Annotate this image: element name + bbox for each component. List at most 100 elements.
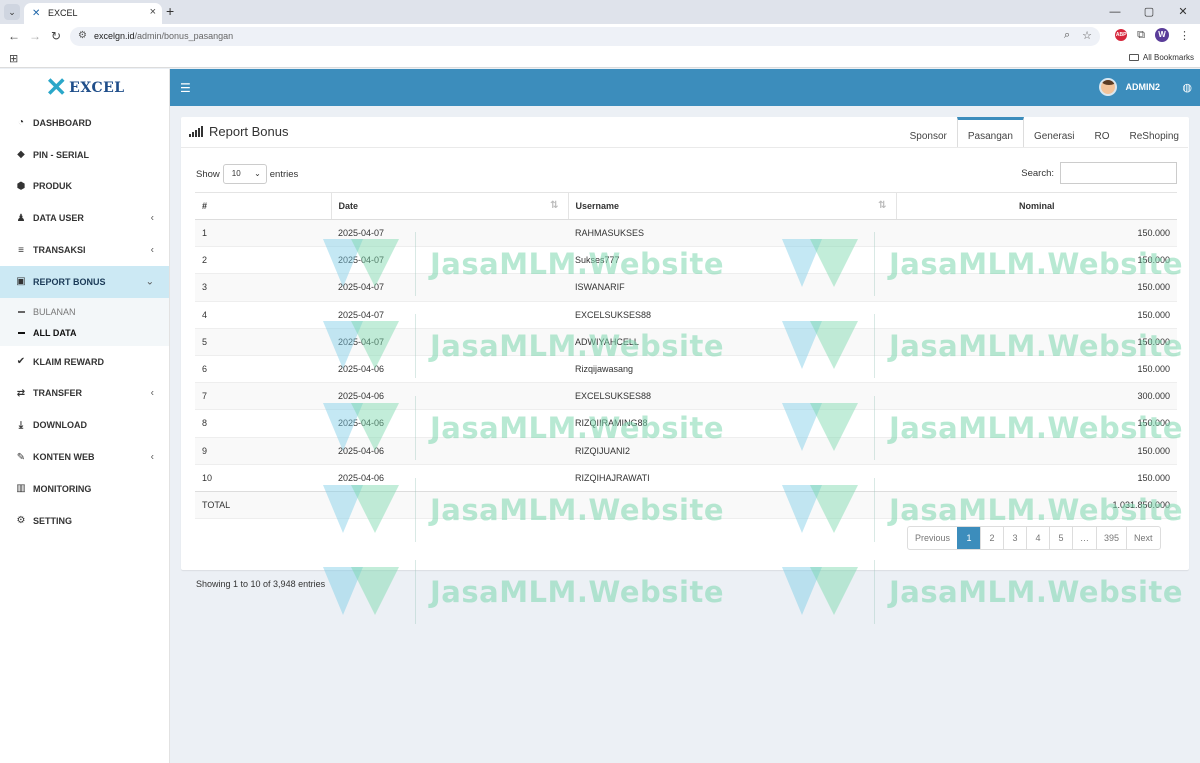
profile-avatar[interactable]: W xyxy=(1155,28,1169,42)
table-row: 7 2025-04-06 EXCELSUKSES88 300.000 xyxy=(195,382,1177,410)
tab-reshoping[interactable]: ReShoping xyxy=(1120,117,1189,148)
page-length-control: Show 10 ⌄ entries xyxy=(196,164,298,184)
table-row: 2 2025-04-07 Sukses777 150.000 xyxy=(195,246,1177,274)
close-window-icon[interactable]: ✕ xyxy=(1166,0,1200,24)
page-4-button[interactable]: 4 xyxy=(1026,527,1049,549)
cell-number: 4 xyxy=(195,300,331,329)
search-label: Search: xyxy=(1021,167,1054,179)
tab-search-icon[interactable]: ⌄ xyxy=(4,4,20,20)
page-395-button[interactable]: 395 xyxy=(1096,527,1126,549)
cell-date: 2025-04-07 xyxy=(331,300,568,329)
entries-label: entries xyxy=(269,168,299,180)
tab-ro[interactable]: RO xyxy=(1085,117,1120,148)
address-bar[interactable]: ⚙ excelgn.id/admin/bonus_pasangan ⌕ ☆ xyxy=(70,27,1100,46)
cell-date: 2025-04-07 xyxy=(331,246,568,274)
bookmark-star-icon[interactable]: ☆ xyxy=(1082,29,1092,42)
apps-grid-icon[interactable]: ⊞ xyxy=(9,52,18,65)
bar-chart-icon: ▥ xyxy=(16,483,26,495)
forward-icon[interactable]: → xyxy=(28,29,42,43)
col-header-date[interactable]: Date ⇅ xyxy=(330,192,568,220)
zoom-icon[interactable]: ⌕ xyxy=(1064,29,1070,42)
cell-date: 2025-04-06 xyxy=(331,354,568,383)
sidebar-item-data-user[interactable]: ♟ DATA USER ‹ xyxy=(0,202,169,234)
page-3-button[interactable]: 3 xyxy=(1003,527,1026,549)
report-tabs: Sponsor Pasangan Generasi RO ReShoping xyxy=(900,117,1189,148)
maximize-icon[interactable]: ▢ xyxy=(1132,0,1166,24)
table-row: 8 2025-04-06 RIZQIIRAMING88 150.000 xyxy=(195,409,1177,437)
sidebar-item-label: MONITORING xyxy=(33,483,92,494)
search-input[interactable] xyxy=(1060,162,1177,184)
cell-nominal: 150.000 xyxy=(896,436,1177,465)
table-row: 6 2025-04-06 Rizqijawasang 150.000 xyxy=(195,354,1177,383)
table-row: 4 2025-04-07 EXCELSUKSES88 150.000 xyxy=(195,300,1177,329)
cell-nominal: 150.000 xyxy=(896,246,1177,274)
site-info-icon[interactable]: ⚙ xyxy=(78,30,87,41)
extensions-area: ABP ⧉ W ⋮ xyxy=(1115,28,1190,42)
page-length-select[interactable]: 10 ⌄ xyxy=(222,164,267,184)
total-row: TOTAL 1.031.850.000 xyxy=(195,490,1177,520)
globe-icon[interactable]: ◍ xyxy=(1182,81,1192,94)
sidebar-item-label: KLAIM REWARD xyxy=(33,356,104,367)
edit-icon: ✎ xyxy=(16,451,26,463)
folder-icon xyxy=(1128,54,1139,62)
submenu-label: BULANAN xyxy=(33,307,76,318)
cell-username: Rizqijawasang xyxy=(568,354,896,383)
reload-icon[interactable]: ↻ xyxy=(49,29,63,43)
sidebar-item-klaim-reward[interactable]: ✔ KLAIM REWARD xyxy=(0,346,169,378)
sidebar-item-download[interactable]: ⤓ DOWNLOAD xyxy=(0,409,169,441)
sidebar-item-report-bonus[interactable]: ▣ REPORT BONUS ⌄ xyxy=(0,265,169,298)
minimize-icon[interactable]: — xyxy=(1098,0,1132,24)
back-icon[interactable]: ← xyxy=(7,29,21,43)
cell-number: 10 xyxy=(195,463,331,492)
box-divider xyxy=(181,147,1188,148)
sidebar-item-monitoring[interactable]: ▥ MONITORING xyxy=(0,473,169,505)
search-control: Search: xyxy=(1021,162,1177,184)
cell-date: 2025-04-07 xyxy=(331,273,568,302)
sidebar-item-label: KONTEN WEB xyxy=(33,452,95,463)
close-tab-icon[interactable]: × xyxy=(150,6,156,18)
cell-username: ADWIYAHCELL xyxy=(568,327,896,356)
submenu-item-bulanan[interactable]: BULANAN xyxy=(0,302,169,323)
page-5-button[interactable]: 5 xyxy=(1049,527,1072,549)
sidebar-item-label: DASHBOARD xyxy=(33,117,92,128)
report-bonus-submenu: BULANAN ALL DATA xyxy=(0,297,169,346)
next-button[interactable]: Next xyxy=(1126,527,1160,549)
previous-button[interactable]: Previous xyxy=(908,527,957,549)
sidebar-item-produk[interactable]: ⬢ PRODUK xyxy=(0,171,169,203)
sidebar-item-transfer[interactable]: ⇄ TRANSFER ‹ xyxy=(0,378,169,410)
sidebar-item-pin-serial[interactable]: ◆ PIN - SERIAL xyxy=(0,139,169,171)
submenu-label: ALL DATA xyxy=(33,328,77,339)
sidebar-item-konten-web[interactable]: ✎ KONTEN WEB ‹ xyxy=(0,441,169,473)
tab-pasangan[interactable]: Pasangan xyxy=(956,117,1024,148)
chevron-left-icon: ‹ xyxy=(150,451,154,463)
menu-toggle-icon[interactable]: ☰ xyxy=(180,81,191,95)
adblock-icon[interactable]: ABP xyxy=(1115,29,1128,41)
col-header-nominal[interactable]: Nominal xyxy=(895,192,1177,220)
tab-sponsor[interactable]: Sponsor xyxy=(900,117,957,148)
sidebar: ✕ EXCEL ◔ DASHBOARD ◆ PIN - SERIAL ⬢ PRODUK ♟ D… xyxy=(0,69,170,763)
sidebar-item-transaksi[interactable]: ≡ TRANSAKSI ‹ xyxy=(0,234,169,266)
col-header-username[interactable]: Username ⇅ xyxy=(567,192,896,220)
new-tab-icon[interactable]: + xyxy=(166,3,174,19)
user-menu[interactable]: ADMIN2 xyxy=(1099,78,1160,96)
check-icon: ✔ xyxy=(16,356,26,368)
window-controls: — ▢ ✕ xyxy=(1098,0,1200,24)
page-2-button[interactable]: 2 xyxy=(980,527,1003,549)
extensions-icon[interactable]: ⧉ xyxy=(1137,29,1145,42)
empty-cell xyxy=(331,490,568,520)
logo[interactable]: ✕ EXCEL xyxy=(0,69,170,106)
browser-menu-icon[interactable]: ⋮ xyxy=(1179,29,1190,42)
all-bookmarks-button[interactable]: All Bookmarks xyxy=(1128,53,1194,62)
col-header-number[interactable]: # xyxy=(195,192,331,220)
dashboard-icon: ◔ xyxy=(17,117,25,129)
sort-icon: ⇅ xyxy=(878,200,887,211)
sidebar-item-dashboard[interactable]: ◔ DASHBOARD xyxy=(0,107,169,139)
page-1-button[interactable]: 1 xyxy=(957,527,981,549)
browser-tab[interactable]: ✕ EXCEL × xyxy=(24,3,162,24)
cell-username: RIZQIIRAMING88 xyxy=(568,409,896,437)
submenu-item-all-data[interactable]: ALL DATA xyxy=(0,323,169,344)
tab-generasi[interactable]: Generasi xyxy=(1024,117,1085,148)
sidebar-item-setting[interactable]: ⚙ SETTING xyxy=(0,505,169,537)
cell-nominal: 150.000 xyxy=(896,409,1177,437)
tag-icon: ◆ xyxy=(17,149,25,161)
